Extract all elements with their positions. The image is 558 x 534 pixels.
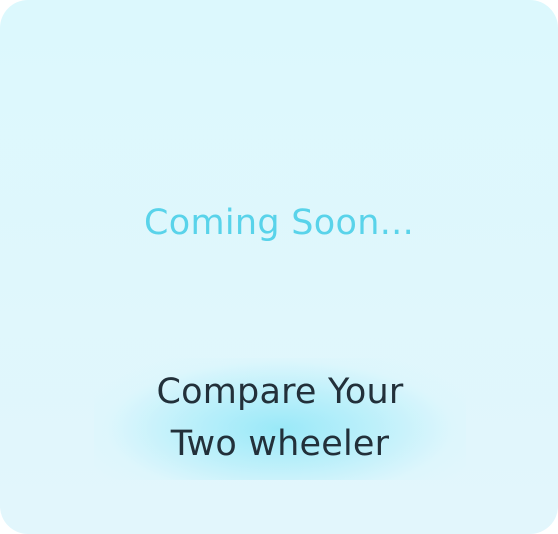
compare-title-line-2: Two wheeler [170,424,390,464]
compare-two-wheeler-banner: Compare Your Two wheeler [94,358,466,480]
coming-soon-card[interactable]: Coming Soon... Compare Your Two wheeler [0,0,558,534]
compare-title-line-1: Compare Your [156,372,404,412]
compare-title: Compare Your Two wheeler [94,366,466,470]
coming-soon-label: Coming Soon... [144,203,414,243]
